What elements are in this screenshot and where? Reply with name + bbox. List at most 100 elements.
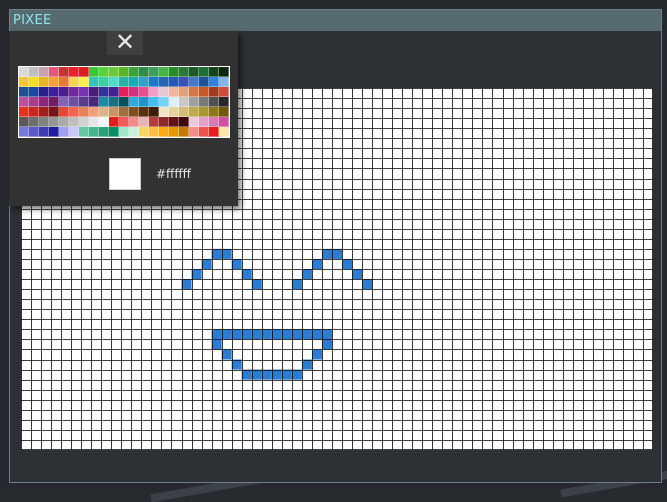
palette-swatch[interactable]: [139, 87, 149, 97]
palette-swatch[interactable]: [109, 97, 119, 107]
palette-swatch[interactable]: [179, 127, 189, 137]
palette-swatch[interactable]: [149, 77, 159, 87]
palette-swatch[interactable]: [69, 67, 79, 77]
palette-swatch[interactable]: [59, 67, 69, 77]
palette-swatch[interactable]: [169, 127, 179, 137]
palette-swatch[interactable]: [159, 107, 169, 117]
palette-swatch[interactable]: [89, 117, 99, 127]
palette-swatch[interactable]: [119, 97, 129, 107]
palette-swatch[interactable]: [119, 117, 129, 127]
palette-swatch[interactable]: [119, 127, 129, 137]
painted-pixel[interactable]: [301, 359, 312, 370]
palette-swatch[interactable]: [169, 97, 179, 107]
palette-swatch[interactable]: [89, 127, 99, 137]
palette-swatch[interactable]: [39, 87, 49, 97]
painted-pixel[interactable]: [271, 369, 282, 380]
palette-swatch[interactable]: [209, 67, 219, 77]
palette-swatch[interactable]: [79, 127, 89, 137]
palette-swatch[interactable]: [189, 87, 199, 97]
palette-swatch[interactable]: [99, 117, 109, 127]
painted-pixel[interactable]: [362, 279, 373, 290]
palette-swatch[interactable]: [59, 97, 69, 107]
palette-swatch[interactable]: [179, 107, 189, 117]
painted-pixel[interactable]: [352, 269, 363, 280]
palette-swatch[interactable]: [199, 67, 209, 77]
palette-swatch[interactable]: [19, 87, 29, 97]
palette-swatch[interactable]: [79, 87, 89, 97]
painted-pixel[interactable]: [191, 269, 202, 280]
palette-swatch[interactable]: [49, 67, 59, 77]
palette-swatch[interactable]: [29, 107, 39, 117]
palette-swatch[interactable]: [149, 107, 159, 117]
palette-swatch[interactable]: [89, 97, 99, 107]
painted-pixel[interactable]: [221, 248, 232, 259]
palette-swatch[interactable]: [29, 67, 39, 77]
palette-swatch[interactable]: [49, 107, 59, 117]
palette-swatch[interactable]: [99, 97, 109, 107]
palette-swatch[interactable]: [129, 77, 139, 87]
painted-pixel[interactable]: [251, 329, 262, 340]
painted-pixel[interactable]: [281, 329, 292, 340]
palette-swatch[interactable]: [179, 67, 189, 77]
palette-swatch[interactable]: [79, 107, 89, 117]
palette-swatch[interactable]: [119, 87, 129, 97]
palette-swatch[interactable]: [199, 97, 209, 107]
painted-pixel[interactable]: [251, 279, 262, 290]
palette-swatch[interactable]: [39, 117, 49, 127]
palette-swatch[interactable]: [219, 107, 229, 117]
palette-swatch[interactable]: [49, 97, 59, 107]
palette-swatch[interactable]: [159, 87, 169, 97]
palette-swatch[interactable]: [69, 87, 79, 97]
palette-swatch[interactable]: [59, 107, 69, 117]
palette-swatch[interactable]: [219, 77, 229, 87]
palette-swatch[interactable]: [209, 87, 219, 97]
painted-pixel[interactable]: [241, 269, 252, 280]
palette-swatch[interactable]: [99, 87, 109, 97]
palette-swatch[interactable]: [39, 97, 49, 107]
palette-swatch[interactable]: [189, 107, 199, 117]
palette-swatch[interactable]: [159, 97, 169, 107]
palette-swatch[interactable]: [109, 67, 119, 77]
painted-pixel[interactable]: [281, 369, 292, 380]
palette-swatch[interactable]: [79, 67, 89, 77]
palette-swatch[interactable]: [179, 77, 189, 87]
palette-swatch[interactable]: [149, 97, 159, 107]
palette-swatch[interactable]: [199, 117, 209, 127]
palette-swatch[interactable]: [169, 107, 179, 117]
palette-swatch[interactable]: [209, 97, 219, 107]
palette-swatch[interactable]: [59, 117, 69, 127]
painted-pixel[interactable]: [231, 258, 242, 269]
palette-swatch[interactable]: [79, 77, 89, 87]
palette-swatch[interactable]: [139, 67, 149, 77]
close-palette-button[interactable]: ✕: [107, 30, 143, 55]
palette-swatch[interactable]: [129, 117, 139, 127]
color-palette[interactable]: [18, 66, 230, 138]
palette-swatch[interactable]: [179, 97, 189, 107]
palette-swatch[interactable]: [29, 77, 39, 87]
palette-swatch[interactable]: [209, 127, 219, 137]
palette-swatch[interactable]: [99, 67, 109, 77]
palette-swatch[interactable]: [109, 87, 119, 97]
palette-swatch[interactable]: [109, 117, 119, 127]
palette-swatch[interactable]: [209, 107, 219, 117]
painted-pixel[interactable]: [241, 369, 252, 380]
palette-swatch[interactable]: [199, 107, 209, 117]
palette-swatch[interactable]: [159, 77, 169, 87]
painted-pixel[interactable]: [211, 339, 222, 350]
palette-swatch[interactable]: [209, 77, 219, 87]
palette-swatch[interactable]: [29, 97, 39, 107]
palette-swatch[interactable]: [189, 97, 199, 107]
palette-swatch[interactable]: [59, 87, 69, 97]
palette-swatch[interactable]: [109, 107, 119, 117]
palette-swatch[interactable]: [89, 67, 99, 77]
painted-pixel[interactable]: [231, 359, 242, 370]
painted-pixel[interactable]: [291, 369, 302, 380]
palette-swatch[interactable]: [49, 127, 59, 137]
painted-pixel[interactable]: [271, 329, 282, 340]
palette-swatch[interactable]: [119, 77, 129, 87]
palette-swatch[interactable]: [129, 127, 139, 137]
palette-swatch[interactable]: [19, 97, 29, 107]
palette-swatch[interactable]: [199, 87, 209, 97]
palette-swatch[interactable]: [159, 67, 169, 77]
palette-swatch[interactable]: [69, 77, 79, 87]
